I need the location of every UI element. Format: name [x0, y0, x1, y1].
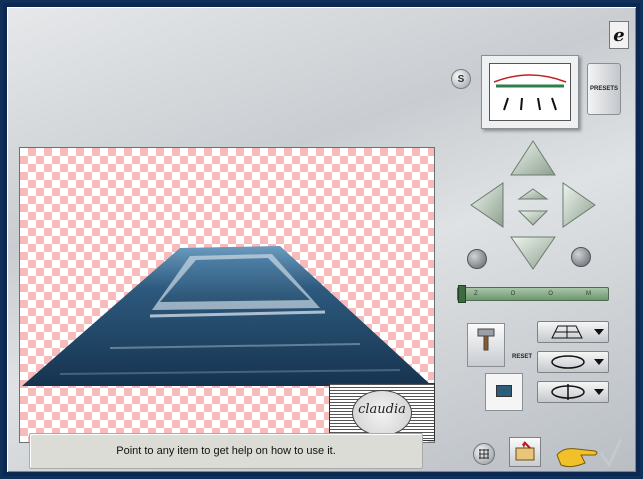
s-button[interactable]: S: [451, 69, 471, 89]
zoom-letter: Z: [473, 291, 479, 297]
chevron-down-icon: [594, 389, 604, 395]
checkmark-icon: [599, 438, 623, 469]
chevron-down-icon: [594, 359, 604, 365]
watermark-text: claudia: [358, 402, 406, 417]
zoom-slider[interactable]: Z O O M: [457, 287, 609, 301]
zoom-letter: M: [585, 291, 592, 297]
arrow-down-icon[interactable]: [510, 236, 556, 270]
rotate-left-icon[interactable]: [467, 249, 487, 269]
help-bar: Point to any item to get help on how to …: [29, 433, 423, 469]
monitor-icon: [496, 385, 512, 397]
folder-icon: [515, 441, 535, 461]
perspective-grid-dropdown[interactable]: [537, 321, 609, 343]
rotate-icon: [551, 355, 585, 369]
zoom-letter: O: [510, 291, 517, 297]
arrow-right-icon[interactable]: [562, 182, 596, 228]
zoom-slider-handle[interactable]: [458, 285, 466, 303]
mini-preview-button[interactable]: [485, 373, 523, 411]
preview-thumbnail[interactable]: [481, 55, 579, 129]
grid-perspective-icon: [551, 325, 583, 339]
app-logo-icon[interactable]: e: [609, 21, 629, 49]
zoom-letter: O: [548, 291, 554, 297]
arrow-left-icon[interactable]: [470, 182, 504, 228]
hammer-icon: [477, 328, 495, 351]
rotate-right-icon[interactable]: [571, 247, 591, 267]
ok-hand-button[interactable]: [551, 433, 627, 471]
reset-button[interactable]: RESET: [467, 323, 532, 367]
presets-button[interactable]: PRESETS: [587, 63, 621, 115]
hand-pointer-icon: [556, 448, 598, 468]
flip-dropdown[interactable]: [537, 381, 609, 403]
rotation-dropdown[interactable]: [537, 351, 609, 373]
reset-label: RESET: [511, 354, 532, 360]
grid-icon[interactable]: [473, 443, 495, 465]
center-down-icon[interactable]: [517, 210, 549, 226]
filter-panel: e S PRESETS claudia Point to any item to…: [7, 7, 636, 472]
flip-icon: [551, 384, 585, 400]
arrow-up-icon[interactable]: [510, 140, 556, 176]
open-folder-button[interactable]: [509, 437, 541, 467]
center-up-icon[interactable]: [517, 188, 549, 200]
help-text: Point to any item to get help on how to …: [116, 445, 336, 457]
thumbnail-image: [489, 63, 571, 121]
chevron-down-icon: [594, 329, 604, 335]
